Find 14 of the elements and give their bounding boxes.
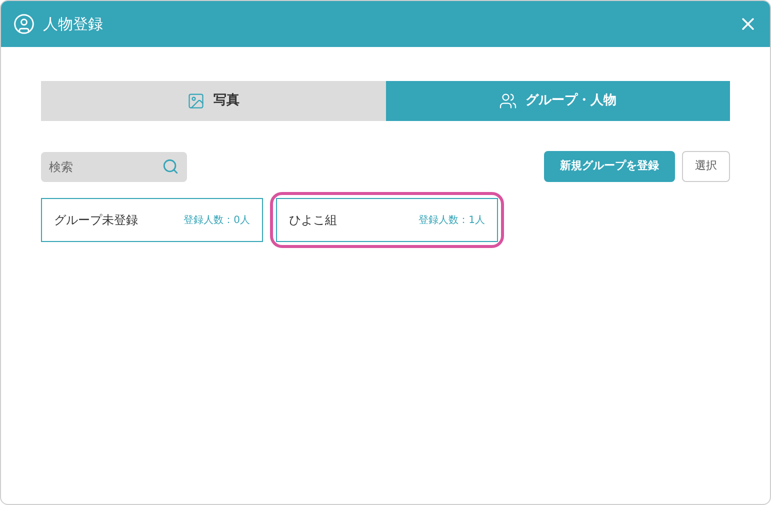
window-title: 人物登録 bbox=[43, 14, 103, 35]
tab[interactable]: 写真 bbox=[41, 81, 386, 121]
group-card[interactable]: ひよこ組 登録人数：1人 bbox=[276, 198, 498, 242]
group-name: グループ未登録 bbox=[54, 212, 138, 229]
select-button[interactable]: 選択 bbox=[682, 151, 730, 182]
image-icon bbox=[187, 92, 206, 110]
search-icon bbox=[162, 158, 179, 174]
group-card[interactable]: グループ未登録 登録人数：0人 bbox=[41, 198, 263, 242]
group-name: ひよこ組 bbox=[289, 212, 337, 229]
member-count: 登録人数：1人 bbox=[418, 214, 485, 228]
member-count: 登録人数：0人 bbox=[184, 214, 250, 228]
search-field[interactable]: 検索 bbox=[41, 152, 187, 182]
people-icon bbox=[499, 92, 518, 110]
user-icon bbox=[13, 13, 35, 35]
